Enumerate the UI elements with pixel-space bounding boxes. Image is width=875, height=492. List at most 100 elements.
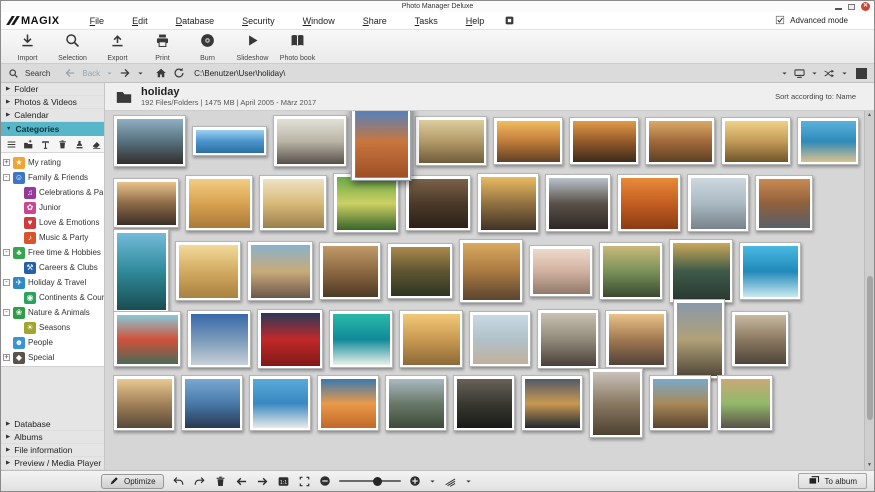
photo-canyon-road[interactable] [755, 175, 813, 231]
scroll-down-icon[interactable]: ▼ [865, 461, 874, 470]
photo-mountain-ridge[interactable] [187, 310, 251, 368]
sidebar-section-file-information[interactable]: ▶File information [1, 444, 104, 457]
photo-couple-mountains[interactable] [113, 115, 186, 167]
photo-road-mountain[interactable] [673, 299, 725, 379]
photo-golden-surf[interactable] [477, 173, 539, 233]
tree-expander-icon[interactable]: - [3, 174, 10, 181]
photo-temple-reflection[interactable] [181, 375, 243, 431]
restore-button[interactable] [848, 4, 855, 10]
forward-history-caret-icon[interactable] [137, 70, 144, 77]
menu-share[interactable]: Share [349, 16, 401, 26]
photo-snorkel-sea[interactable] [113, 229, 169, 313]
category-people[interactable]: ☻People [1, 335, 104, 350]
sidebar-section-photos-videos[interactable]: ▶Photos & Videos [1, 96, 104, 109]
tree-expander-icon[interactable]: - [3, 309, 10, 316]
menu-tasks[interactable]: Tasks [401, 16, 452, 26]
back-label[interactable]: Back [82, 69, 100, 78]
category-free-time-hobbies[interactable]: -♣Free time & Hobbies [1, 245, 104, 260]
sort-order-label[interactable]: Sort according to: Name [775, 92, 864, 101]
home-icon[interactable] [155, 67, 167, 79]
photo-quad-rider[interactable] [717, 375, 773, 431]
address-path[interactable]: C:\Benutzer\User\holiday\ [194, 69, 285, 78]
sidebar-section-database[interactable]: ▶Database [1, 418, 104, 431]
menu-database[interactable]: Database [162, 16, 229, 26]
photo-umbrella-silhouettes[interactable] [273, 115, 347, 167]
to-album-button[interactable]: To album [798, 473, 867, 489]
photo-wheat-field-couple[interactable] [185, 175, 253, 231]
photo-storm-sea[interactable] [453, 375, 515, 431]
photo-beach-jumpers[interactable] [687, 174, 749, 232]
photo-camper-van[interactable] [731, 311, 789, 367]
photo-woman-sunset[interactable] [605, 310, 667, 368]
photo-orange-tower[interactable] [351, 111, 411, 181]
category-music-party[interactable]: ♪Music & Party [1, 230, 104, 245]
category-continents-countries[interactable]: ◉Continents & Countries [1, 290, 104, 305]
filter-caret-icon[interactable] [465, 478, 472, 485]
photo-teal-wave[interactable] [329, 310, 393, 368]
photo-canyon-lookout[interactable] [645, 117, 715, 165]
menu-security[interactable]: Security [228, 16, 289, 26]
photo-cliff-hikers[interactable] [385, 375, 447, 431]
category-special[interactable]: +◆Special [1, 350, 104, 365]
photo-red-canoe-tropical[interactable] [113, 311, 181, 367]
category-nature-animals[interactable]: -❀Nature & Animals [1, 305, 104, 320]
sidebar-section-calendar[interactable]: ▶Calendar [1, 109, 104, 122]
sidebar-section-folder[interactable]: ▶Folder [1, 83, 104, 96]
photo-city-sunset-pale[interactable] [259, 175, 327, 231]
photo-chinese-temple-night[interactable] [257, 309, 323, 369]
fullscreen-fit-icon[interactable] [298, 475, 311, 488]
new-category-icon[interactable] [23, 139, 34, 150]
photo-car-couple[interactable] [545, 174, 611, 232]
menu-help[interactable]: Help [452, 16, 499, 26]
photo-ronda-bridge[interactable] [415, 116, 487, 166]
sort-caret-icon[interactable] [841, 70, 848, 77]
photo-orange-arch[interactable] [317, 375, 379, 431]
zoom-slider-knob[interactable] [373, 477, 382, 486]
export-button[interactable]: Export [95, 32, 140, 62]
photo-bridge-sunburst[interactable] [669, 239, 733, 303]
photo-rock-climber[interactable] [649, 375, 711, 431]
photo-mother-child-field[interactable] [175, 241, 241, 301]
view-mode-icon[interactable] [856, 68, 867, 79]
monitor-caret-icon[interactable] [811, 70, 818, 77]
view-caret-icon[interactable] [781, 70, 788, 77]
delete-trash-icon[interactable] [57, 139, 68, 150]
photo-pier-silhouette[interactable] [537, 309, 599, 369]
photo-beach-sunset-walk[interactable] [113, 178, 179, 228]
photo-autumn-lake-canoe[interactable] [569, 117, 639, 165]
redo-icon[interactable] [193, 475, 206, 488]
forward-icon[interactable] [119, 67, 131, 79]
photo-golden-city[interactable] [721, 117, 791, 165]
photo-alley-street[interactable] [459, 239, 523, 303]
photo-hiker-backpacks[interactable] [113, 375, 175, 431]
photo-city-couple-golden[interactable] [399, 310, 463, 368]
sidebar-section-albums[interactable]: ▶Albums [1, 431, 104, 444]
category-celebrations-parties[interactable]: ♫Celebrations & Parties [1, 185, 104, 200]
photo-dark-canyon[interactable] [405, 175, 471, 231]
burn-button[interactable]: Burn [185, 32, 230, 62]
eraser-icon[interactable] [91, 139, 102, 150]
selection-button[interactable]: Selection [50, 32, 95, 62]
photo-climber-rock[interactable] [589, 368, 643, 438]
scrollbar-thumb[interactable] [867, 276, 873, 420]
minimize-button[interactable] [835, 8, 842, 10]
vertical-scrollbar[interactable]: ▲ ▼ [864, 111, 874, 470]
zoom-out-icon[interactable] [319, 475, 331, 487]
back-icon[interactable] [64, 67, 76, 79]
zoom-caret-icon[interactable] [429, 478, 436, 485]
rename-text-icon[interactable] [40, 139, 51, 150]
photo-blue-kayaker[interactable] [739, 242, 801, 300]
category-seasons[interactable]: ☀Seasons [1, 320, 104, 335]
category-my-rating[interactable]: +★My rating [1, 155, 104, 170]
menu-edit[interactable]: Edit [118, 16, 162, 26]
close-button[interactable]: ✕ [861, 2, 870, 11]
category-love-emotions[interactable]: ♥Love & Emotions [1, 215, 104, 230]
tree-expander-icon[interactable]: + [3, 354, 10, 361]
back-history-caret-icon[interactable] [106, 70, 113, 77]
photo-kayak-sea[interactable] [797, 117, 859, 165]
scroll-up-icon[interactable]: ▲ [865, 111, 874, 120]
sidebar-section-categories[interactable]: ▼ Categories [1, 122, 104, 136]
sidebar-section-preview-media-player[interactable]: ▶Preview / Media Player [1, 457, 104, 470]
slideshow-button[interactable]: Slideshow [230, 32, 275, 62]
notification-icon[interactable] [504, 15, 515, 26]
